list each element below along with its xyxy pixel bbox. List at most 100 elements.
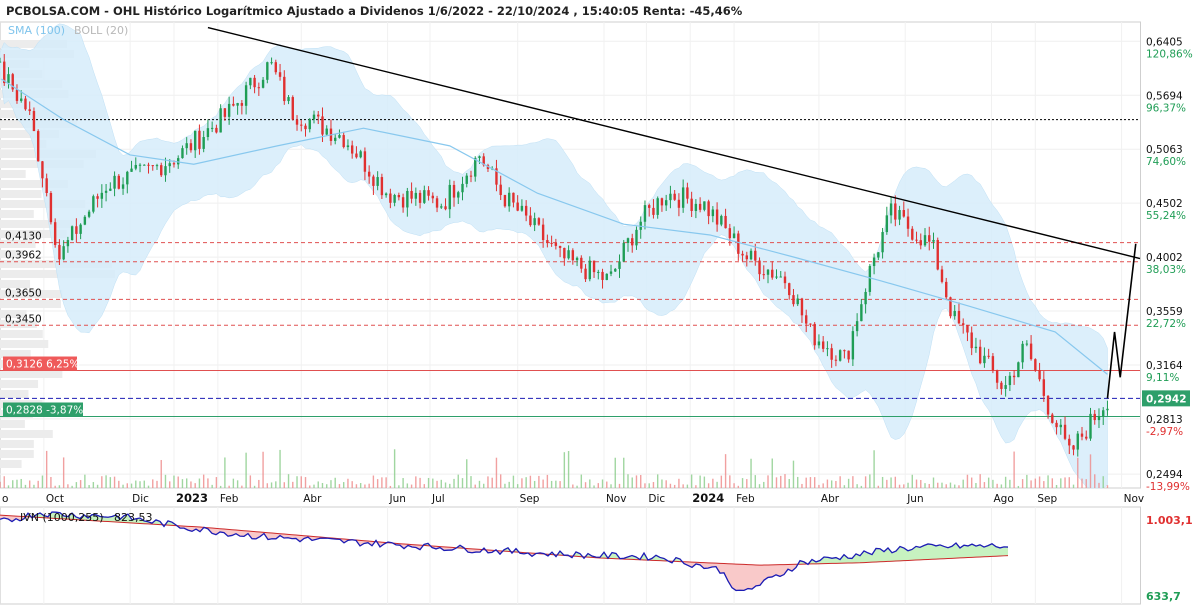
volume-bar [826,479,829,488]
volume-bar [580,474,583,488]
x-tick-label: Nov [1124,493,1145,505]
volume-bar [1009,479,1011,488]
ivn-fill [964,545,968,558]
volume-bar [1004,476,1007,488]
candle-body [821,341,825,349]
volume-bar [941,482,943,488]
volume-bar [20,478,22,488]
candle-body [1068,438,1071,446]
volume-bar [321,482,324,488]
x-tick-label: Feb [736,493,755,505]
candle-body [563,247,566,259]
volume-bar [444,482,447,488]
price-tick-label: 0,5063 [1146,144,1183,156]
volume-bar [3,476,5,488]
candle-body [694,203,698,211]
candle-body [253,77,256,88]
level-label: 0,4130 [5,231,42,243]
volume-bar [202,474,205,488]
candle-body [597,271,600,273]
candle-body [295,119,299,125]
volume-bar [1098,482,1100,488]
volume-bar [716,481,718,488]
x-tick-label: 2023 [176,491,208,505]
volume-bar [618,483,621,488]
ivn-fill [752,564,756,590]
candle-body [325,128,328,135]
volume-bar [741,478,744,488]
candle-body [300,124,303,126]
candle-body [796,298,799,305]
candle-body [872,257,876,267]
ivn-fill [924,543,928,560]
profile-bar [0,430,53,438]
volume-bar [317,481,319,488]
candle-body [800,298,804,316]
volume-bar [614,457,616,488]
x-tick-label: Dic [132,493,149,505]
x-tick-label: Ago [993,493,1013,505]
x-tick-label: Sep [1037,493,1057,505]
candle-body [707,201,710,217]
candle-body [7,74,10,84]
volume-bar [50,476,52,488]
candle-body [919,240,922,246]
candle-body [703,201,706,210]
volume-bar [576,485,578,488]
volume-bar [822,483,824,488]
candle-body [851,331,855,360]
volume-bar [342,482,345,488]
candle-body [575,257,579,261]
volume-bar [207,478,209,488]
volume-bar [928,483,930,488]
candle-body [134,164,137,169]
candle-body [631,238,634,246]
volume-bar [665,480,667,488]
volume-bar [351,481,353,488]
volume-bar [640,475,642,488]
candle-body [724,215,727,229]
ivn-fill [748,564,752,590]
candle-body [1076,433,1079,450]
profile-bar [0,390,29,398]
candle-body [380,177,384,196]
candle-body [15,89,19,101]
candle-body [223,108,227,117]
volume-bar [567,451,570,488]
volume-bar [538,475,540,488]
profile-bar [0,210,34,218]
volume-bar [359,483,362,488]
volume-bar [16,479,18,488]
volume-bar [487,476,489,488]
candle-body [906,216,910,229]
profile-bar [0,440,34,448]
candle-body [940,269,944,282]
candle-body [690,198,693,211]
volume-bar [516,484,519,488]
candle-body [838,350,842,361]
candle-body [609,271,613,274]
volume-bar [410,484,413,488]
ivn-fill [740,564,744,591]
candle-body [308,119,311,130]
level-label: 0,3962 [5,250,42,262]
candle-body [469,175,473,177]
volume-bar [920,479,922,488]
candle-body [0,61,2,63]
candle-body [278,72,282,77]
candle-body [711,209,715,217]
ivn-fill [732,563,736,591]
volume-bar [555,480,557,488]
candle-body [444,206,447,210]
candle-body [465,175,468,184]
candle-body [130,168,133,172]
volume-bar [483,483,485,488]
volume-bar [92,482,95,488]
volume-bar [546,474,549,488]
volume-bar [915,479,918,488]
candle-body [83,216,87,225]
candle-body [32,111,36,132]
candle-body [652,207,655,215]
profile-bar [0,340,49,348]
volume-bar [911,474,913,488]
